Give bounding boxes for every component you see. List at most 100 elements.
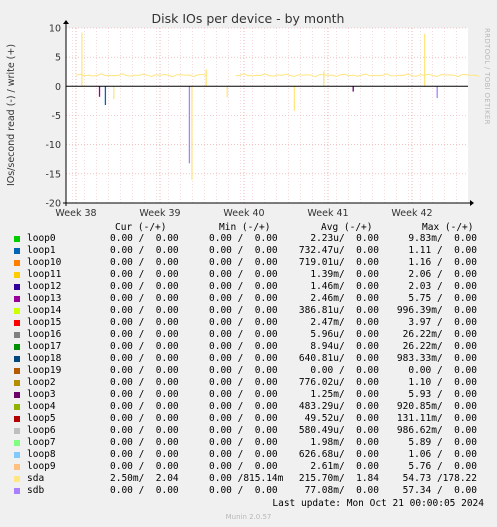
legend-max: 986.62m/ 0.00 [396,425,477,436]
legend-cur: 0.00 / 0.00 [110,413,179,424]
legend-cur: 0.00 / 0.00 [110,293,179,304]
legend-swatch [14,476,20,482]
legend-avg: 2.47m/ 0.00 [310,317,379,328]
legend-avg: 719.01u/ 0.00 [298,257,379,268]
legend-max: 5.75 / 0.00 [408,293,477,304]
legend-row: loop13 0.00 / 0.00 0.00 / 0.00 2.46m/ 0.00 5… [0,293,497,305]
disk-io-chart: 1050-5-10-15-20 Week 38 Week 39 Week 40 Wee… [6,11,480,219]
legend-avg: 77.08m/ 0.00 [304,485,379,496]
legend-avg: 1.46m/ 0.00 [310,281,379,292]
legend-name: loop13 [27,293,62,304]
legend-min: 0.00 / 0.00 [209,485,278,496]
legend-cur: 0.00 / 0.00 [110,485,179,496]
legend-avg: 483.29u/ 0.00 [298,401,379,412]
legend-row: sda 2.50m/ 2.04 0.00 /815.14m 215.70m/ 1.84… [0,473,497,485]
legend-cur: 0.00 / 0.00 [110,449,179,460]
legend-row: loop17 0.00 / 0.00 0.00 / 0.00 8.94u/ 0.00 2… [0,341,497,353]
legend-min: 0.00 / 0.00 [209,329,278,340]
legend-min: 0.00 / 0.00 [209,437,278,448]
legend-swatch [14,248,20,254]
legend-cur: 0.00 / 0.00 [110,305,179,316]
legend-cur: 2.50m/ 2.04 [110,473,179,484]
chart-title: Disk IOs per device - by month [152,11,345,26]
last-update: Last update: Mon Oct 21 00:00:05 2024 [272,498,484,509]
legend-name: loop10 [27,257,62,268]
legend-row: loop6 0.00 / 0.00 0.00 / 0.00 580.49u/ 0.00… [0,425,497,437]
legend-swatch [14,368,20,374]
y-tick-label: -10 [45,140,61,151]
y-axis-arrow [63,20,69,24]
legend-avg: 0.00 / 0.00 [310,365,379,376]
legend-cur: 0.00 / 0.00 [110,401,179,412]
legend-max: 26.22m/ 0.00 [402,329,477,340]
legend-max: 3.97 / 0.00 [408,317,477,328]
legend-name: loop15 [27,317,62,328]
legend-max: 131.11m/ 0.00 [396,413,477,424]
legend-swatch [14,404,20,410]
legend-row: loop2 0.00 / 0.00 0.00 / 0.00 776.02u/ 0.00… [0,377,497,389]
legend-min: 0.00 / 0.00 [209,305,278,316]
legend-max: 983.33m/ 0.00 [396,353,477,364]
legend-avg: 1.39m/ 0.00 [310,269,379,280]
legend-avg: 626.68u/ 0.00 [298,449,379,460]
legend-min: 0.00 / 0.00 [209,461,278,472]
legend-row: loop19 0.00 / 0.00 0.00 / 0.00 0.00 / 0.00 0… [0,365,497,377]
legend-max: 2.06 / 0.00 [408,269,477,280]
y-tick-label: -5 [52,111,61,122]
x-axis-arrow [470,200,474,206]
legend-avg: 1.25m/ 0.00 [310,389,379,400]
legend-avg: 5.96u/ 0.00 [310,329,379,340]
legend-name: loop4 [27,401,56,412]
header-min: Min (-/+) [219,222,271,233]
legend-name: loop1 [27,245,56,256]
legend-min: 0.00 / 0.00 [209,281,278,292]
rrdtool-credit: RRDTOOL / TOBI OETIKER [483,28,491,125]
header-cur: Cur (-/+) [115,222,167,233]
legend-swatch [14,464,20,470]
legend-name: loop18 [27,353,62,364]
legend-cur: 0.00 / 0.00 [110,353,179,364]
legend-min: 0.00 / 0.00 [209,353,278,364]
legend-row: loop3 0.00 / 0.00 0.00 / 0.00 1.25m/ 0.00 5.… [0,389,497,401]
legend-swatch [14,308,20,314]
legend-min: 0.00 / 0.00 [209,233,278,244]
legend-name: loop17 [27,341,62,352]
header-avg: Avg (-/+) [321,222,373,233]
legend-min: 0.00 /815.14m [209,473,284,484]
legend-max: 1.16 / 0.00 [408,257,477,268]
x-tick-label: Week 38 [55,208,96,219]
legend-avg: 640.81u/ 0.00 [298,353,379,364]
legend-avg: 2.61m/ 0.00 [310,461,379,472]
legend-max: 920.85m/ 0.00 [396,401,477,412]
legend-name: loop11 [27,269,62,280]
legend-swatch [14,380,20,386]
legend-max: 1.06 / 0.00 [408,449,477,460]
legend-max: 5.76 / 0.00 [408,461,477,472]
legend-min: 0.00 / 0.00 [209,401,278,412]
legend-min: 0.00 / 0.00 [209,389,278,400]
legend-avg: 2.46m/ 0.00 [310,293,379,304]
legend-avg: 2.23u/ 0.00 [310,233,379,244]
legend-min: 0.00 / 0.00 [209,413,278,424]
legend-max: 2.03 / 0.00 [408,281,477,292]
legend-row: loop7 0.00 / 0.00 0.00 / 0.00 1.98m/ 0.00 5.… [0,437,497,449]
legend-row: loop11 0.00 / 0.00 0.00 / 0.00 1.39m/ 0.00 2… [0,269,497,281]
legend-swatch [14,416,20,422]
legend-swatch [14,440,20,446]
legend-swatch [14,392,20,398]
legend-avg: 1.98m/ 0.00 [310,437,379,448]
y-tick-label: 0 [55,82,61,93]
x-tick-label: Week 40 [223,208,264,219]
legend-swatch [14,344,20,350]
legend-max: 5.93 / 0.00 [408,389,477,400]
legend-avg: 776.02u/ 0.00 [298,377,379,388]
legend-max: 0.00 / 0.00 [408,365,477,376]
legend-swatch [14,452,20,458]
x-tick-label: Week 39 [139,208,180,219]
legend-swatch [14,332,20,338]
legend-name: loop7 [27,437,56,448]
legend-cur: 0.00 / 0.00 [110,317,179,328]
legend-max: 1.10 / 0.00 [408,377,477,388]
legend-name: sda [27,473,45,484]
legend-avg: 580.49u/ 0.00 [298,425,379,436]
